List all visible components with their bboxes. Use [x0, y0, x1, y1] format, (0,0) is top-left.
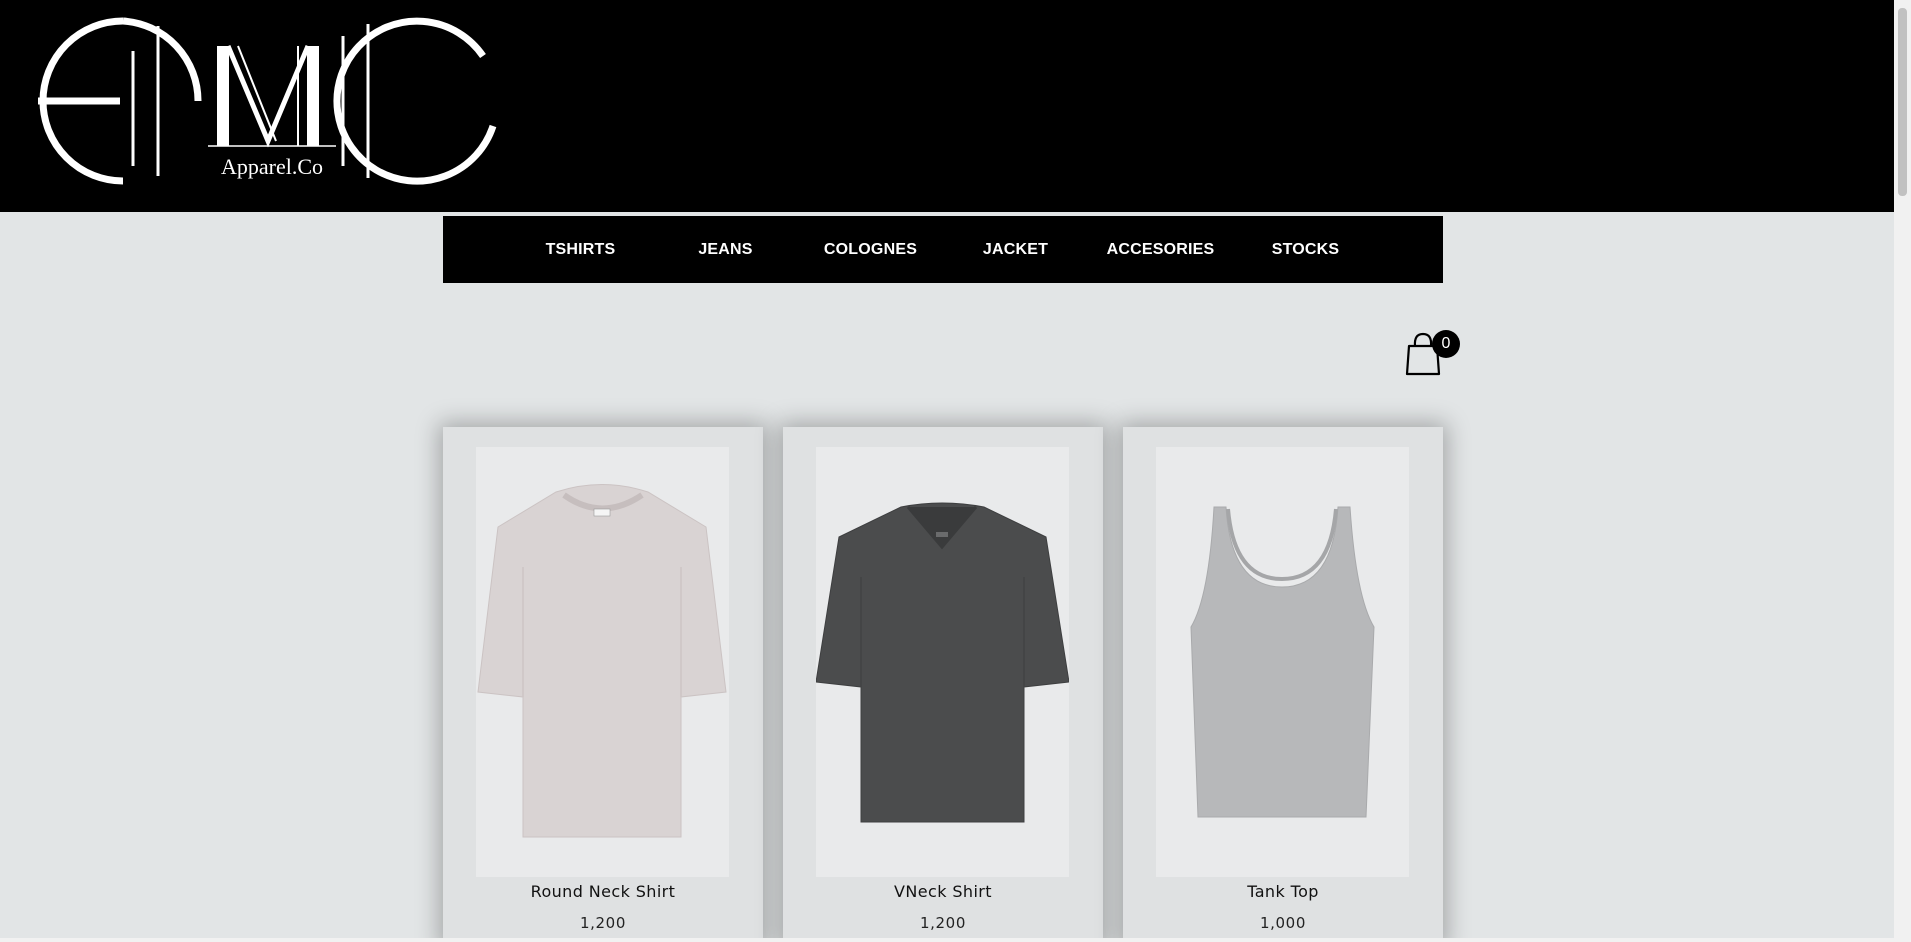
- tank-top-image: [1190, 506, 1375, 818]
- main-nav: TSHIRTS JEANS COLOGNES JACKET ACCESORIES…: [443, 216, 1443, 283]
- product-price: 1,200: [920, 914, 966, 932]
- brand-logo[interactable]: Apparel.Co: [38, 16, 498, 186]
- product-card[interactable]: Tank Top 1,000: [1123, 427, 1443, 942]
- scrollbar-thumb[interactable]: [1898, 8, 1907, 196]
- product-price: 1,000: [1260, 914, 1306, 932]
- product-image[interactable]: [476, 447, 729, 877]
- product-card[interactable]: VNeck Shirt 1,200: [783, 427, 1103, 942]
- nav-item-jacket[interactable]: JACKET: [943, 241, 1088, 259]
- vneck-shirt-image: [816, 502, 1069, 823]
- nav-item-stocks[interactable]: STOCKS: [1233, 241, 1378, 259]
- nav-item-colognes[interactable]: COLOGNES: [798, 241, 943, 259]
- nav-item-accesories[interactable]: ACCESORIES: [1088, 241, 1233, 259]
- cart-count-badge: 0: [1432, 330, 1460, 358]
- nav-item-tshirts[interactable]: TSHIRTS: [508, 241, 653, 259]
- product-image[interactable]: [816, 447, 1069, 877]
- product-name: Round Neck Shirt: [530, 882, 676, 901]
- logo-subtitle: Apparel.Co: [221, 154, 323, 179]
- product-name: Tank Top: [1247, 882, 1319, 901]
- emc-logo-icon: Apparel.Co: [38, 17, 497, 185]
- round-neck-shirt-image: [477, 484, 727, 838]
- product-name: VNeck Shirt: [894, 882, 992, 901]
- product-image[interactable]: [1156, 447, 1409, 877]
- site-header: Apparel.Co: [0, 0, 1894, 212]
- nav-item-jeans[interactable]: JEANS: [653, 241, 798, 259]
- product-card[interactable]: Round Neck Shirt 1,200: [443, 427, 763, 942]
- horizontal-scrollbar[interactable]: [0, 938, 1894, 942]
- cart-button[interactable]: 0: [1405, 330, 1465, 378]
- product-grid: Round Neck Shirt 1,200 VNeck Shirt 1,200: [443, 427, 1443, 942]
- page: Apparel.Co TSHIRTS JEANS COLOGNES JACKET…: [0, 0, 1894, 942]
- vertical-scrollbar[interactable]: [1894, 0, 1911, 942]
- product-price: 1,200: [580, 914, 626, 932]
